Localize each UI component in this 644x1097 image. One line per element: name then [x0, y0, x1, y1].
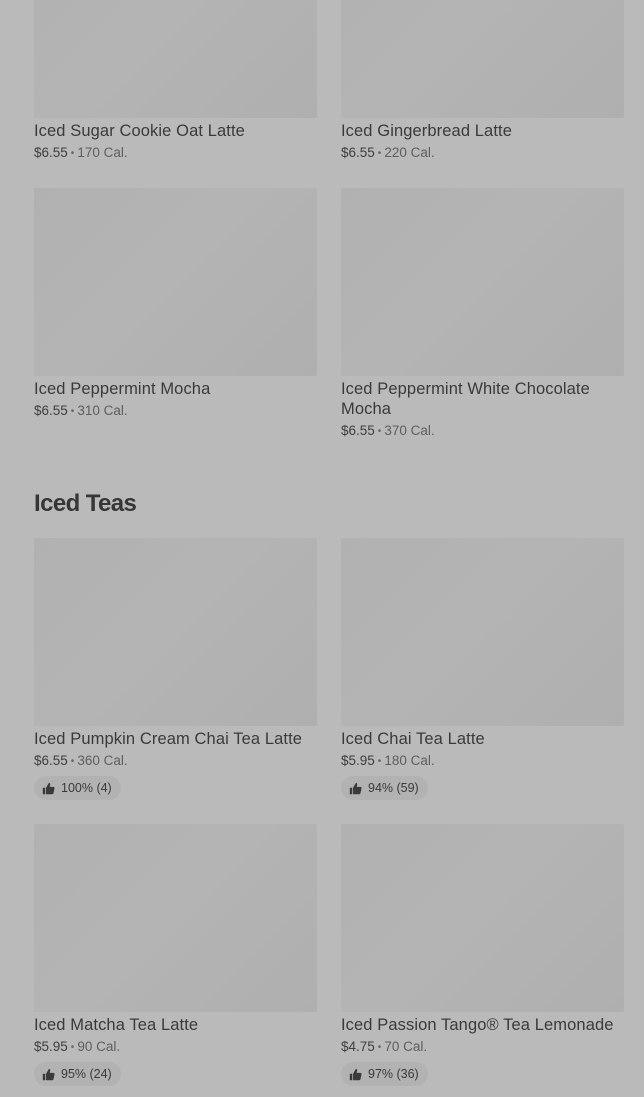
menu-item[interactable]: Iced Matcha Tea Latte $5.95 • 90 Cal. 95% …: [34, 824, 317, 1086]
product-image: [341, 0, 624, 118]
product-name: Iced Passion Tango® Tea Lemonade: [341, 1016, 614, 1034]
product-name: Iced Peppermint Mocha: [34, 380, 211, 398]
product-price: $6.55: [34, 403, 68, 418]
product-meta: $4.75 • 70 Cal.: [341, 1038, 624, 1057]
separator: •: [70, 406, 75, 417]
product-name: Iced Gingerbread Latte: [341, 122, 512, 140]
menu-item[interactable]: Iced Passion Tango® Tea Lemonade $4.75 • 7…: [341, 824, 624, 1086]
product-calories: 370 Cal.: [384, 423, 435, 438]
section-title-iced-teas: Iced Teas: [34, 490, 137, 517]
product-calories: 90 Cal.: [77, 1039, 121, 1054]
product-image: [341, 824, 624, 1012]
product-price: $5.95: [341, 753, 375, 768]
separator: •: [70, 756, 75, 767]
rating-badge: 94% (59): [341, 776, 428, 800]
product-name: Iced Sugar Cookie Oat Latte: [34, 122, 245, 140]
menu-item[interactable]: Iced Sugar Cookie Oat Latte $6.55 • 170 Ca…: [34, 0, 317, 163]
product-image: [34, 188, 317, 376]
product-meta: $6.55 • 370 Cal.: [341, 422, 624, 441]
menu-item[interactable]: Iced Peppermint Mocha $6.55 • 310 Cal.: [34, 188, 317, 421]
menu-item[interactable]: Iced Pumpkin Cream Chai Tea Latte $6.55 •…: [34, 538, 317, 800]
product-calories: 180 Cal.: [384, 753, 435, 768]
rating-text: 97% (36): [368, 1067, 419, 1081]
rating-text: 100% (4): [61, 781, 112, 795]
product-price: $4.75: [341, 1039, 375, 1054]
separator: •: [70, 1042, 75, 1053]
product-price: $6.55: [34, 753, 68, 768]
product-calories: 170 Cal.: [77, 145, 128, 160]
separator: •: [377, 148, 382, 159]
rating-badge: 97% (36): [341, 1062, 428, 1086]
product-image: [341, 188, 624, 376]
product-name: Iced Chai Tea Latte: [341, 730, 485, 748]
product-price: $6.55: [341, 423, 375, 438]
product-name: Iced Peppermint White Chocolate Mocha: [341, 380, 590, 418]
rating-badge: 100% (4): [34, 776, 121, 800]
product-price: $6.55: [341, 145, 375, 160]
product-calories: 360 Cal.: [77, 753, 128, 768]
separator: •: [377, 1042, 382, 1053]
product-meta: $6.55 • 310 Cal.: [34, 402, 317, 421]
product-meta: $6.55 • 220 Cal.: [341, 144, 624, 163]
menu-item[interactable]: Iced Gingerbread Latte $6.55 • 220 Cal.: [341, 0, 624, 163]
thumbs-up-icon: [349, 782, 362, 795]
product-price: $5.95: [34, 1039, 68, 1054]
rating-badge: 95% (24): [34, 1062, 121, 1086]
product-meta: $6.55 • 170 Cal.: [34, 144, 317, 163]
thumbs-up-icon: [349, 1068, 362, 1081]
rating-text: 94% (59): [368, 781, 419, 795]
product-image: [341, 538, 624, 726]
menu-item[interactable]: Iced Peppermint White Chocolate Mocha $6…: [341, 188, 624, 441]
separator: •: [377, 426, 382, 437]
product-name: Iced Pumpkin Cream Chai Tea Latte: [34, 730, 303, 748]
product-meta: $6.55 • 360 Cal.: [34, 752, 317, 771]
product-calories: 70 Cal.: [384, 1039, 428, 1054]
product-calories: 220 Cal.: [384, 145, 435, 160]
product-meta: $5.95 • 180 Cal.: [341, 752, 624, 771]
thumbs-up-icon: [42, 782, 55, 795]
product-calories: 310 Cal.: [77, 403, 128, 418]
product-image: [34, 824, 317, 1012]
separator: •: [377, 756, 382, 767]
product-image: [34, 538, 317, 726]
menu-item[interactable]: Iced Chai Tea Latte $5.95 • 180 Cal. 94% (…: [341, 538, 624, 800]
product-name: Iced Matcha Tea Latte: [34, 1016, 199, 1034]
product-image: [34, 0, 317, 118]
product-price: $6.55: [34, 145, 68, 160]
separator: •: [70, 148, 75, 159]
product-meta: $5.95 • 90 Cal.: [34, 1038, 317, 1057]
thumbs-up-icon: [42, 1068, 55, 1081]
rating-text: 95% (24): [61, 1067, 112, 1081]
